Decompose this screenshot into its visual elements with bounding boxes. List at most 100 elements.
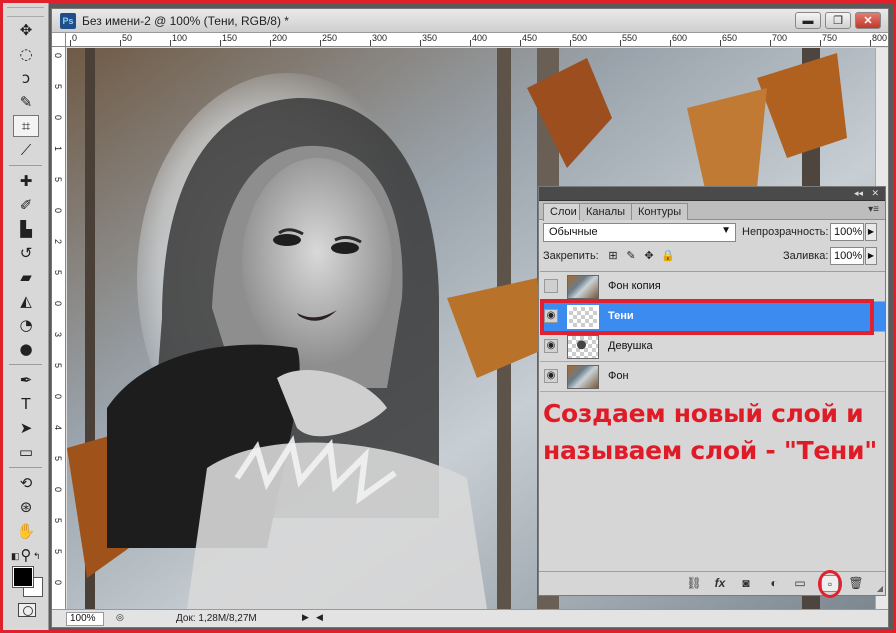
layer-thumbnail — [567, 335, 599, 359]
resize-grip-icon[interactable]: ◢ — [877, 584, 883, 593]
fill-slider-button[interactable]: ▶ — [865, 247, 877, 265]
panel-footer: ⛓ fx ◙ ◐ ▭ ▫ 🗑 ◢ — [539, 570, 885, 598]
quick-mask-icon[interactable] — [18, 603, 36, 617]
paint-bucket-tool-icon[interactable]: ◭ — [13, 290, 39, 312]
vertical-ruler[interactable]: 0 5 0 1 5 0 2 5 0 3 5 0 4 5 0 5 5 0 — [52, 47, 66, 609]
ruler-label: 400 — [472, 33, 488, 43]
ruler-label: 1 — [53, 146, 63, 152]
mask-icon[interactable]: ◙ — [737, 575, 755, 592]
fx-icon[interactable]: fx — [711, 575, 729, 592]
pen-tool-icon[interactable]: ✒ — [13, 369, 39, 391]
tab-layers[interactable]: Слои — [543, 203, 584, 221]
ruler-label: 450 — [522, 33, 538, 43]
ruler-tick — [870, 40, 871, 46]
brush-tool-icon[interactable]: ✐ — [13, 194, 39, 216]
zoom-level-field[interactable]: 100% — [66, 612, 104, 626]
opacity-field[interactable]: 100% — [830, 223, 864, 241]
eye-icon[interactable]: ◉ — [544, 309, 558, 323]
group-folder-icon[interactable]: ▭ — [791, 575, 809, 592]
swap-colors-icon[interactable]: ↰ — [33, 551, 41, 562]
scroll-left-arrow[interactable]: ◀ — [316, 612, 323, 623]
ruler-label: 3 — [53, 332, 63, 338]
lock-transparency-icon[interactable]: ⊞ — [607, 250, 619, 262]
opacity-slider-button[interactable]: ▶ — [865, 223, 877, 241]
new-layer-icon[interactable]: ▫ — [821, 575, 839, 592]
close-button[interactable]: ✕ — [855, 12, 881, 29]
ruler-label: 0 — [72, 33, 78, 43]
lock-pixels-icon[interactable]: ✎ — [625, 250, 637, 262]
3d-rotate-tool-icon[interactable]: ⟲ — [13, 472, 39, 494]
layers-panel: ◂◂ ✕ Слои Каналы Контуры ▾≡ Обычные ▼ Не… — [538, 186, 886, 598]
blend-mode-value: Обычные — [549, 226, 598, 238]
ruler-label: 100 — [172, 33, 188, 43]
panel-collapse-icon[interactable]: ◂◂ — [854, 188, 863, 199]
ruler-label: 0 — [53, 53, 63, 59]
adjustment-icon[interactable]: ◐ — [765, 575, 783, 592]
move-tool-icon[interactable]: ✥ — [13, 19, 39, 41]
layer-name: Тени — [608, 310, 634, 322]
ruler-label: 5 — [53, 549, 63, 555]
ruler-tick — [570, 40, 571, 46]
ruler-label: 0 — [53, 394, 63, 400]
type-tool-icon[interactable]: T — [13, 393, 39, 415]
blend-mode-select[interactable]: Обычные ▼ — [543, 223, 736, 242]
eye-icon[interactable]: ◉ — [544, 339, 558, 353]
3d-orbit-tool-icon[interactable]: ⊛ — [13, 496, 39, 518]
tab-channels[interactable]: Каналы — [579, 203, 633, 220]
trash-icon[interactable]: 🗑 — [847, 575, 865, 592]
document-titlebar[interactable]: Ps Без имени-2 @ 100% (Тени, RGB/8) * ▬ … — [52, 9, 888, 33]
ruler-label: 800 — [872, 33, 888, 43]
ruler-origin[interactable] — [52, 33, 66, 47]
blend-opacity-row: Обычные ▼ Непрозрачность: 100% ▶ — [543, 223, 881, 243]
layer-row-devushka[interactable]: ◉ Девушка — [540, 332, 885, 362]
ruler-tick — [620, 40, 621, 46]
dodge-tool-icon[interactable]: ● — [13, 338, 39, 360]
path-selection-tool-icon[interactable]: ➤ — [13, 417, 39, 439]
link-layers-icon[interactable]: ⛓ — [685, 575, 703, 592]
status-menu-arrow[interactable]: ▶ — [302, 612, 309, 623]
zoom-options-icon[interactable]: ◎ — [116, 612, 124, 623]
quick-selection-tool-icon[interactable]: ✎ — [13, 91, 39, 113]
minimize-button[interactable]: ▬ — [795, 12, 821, 29]
visibility-toggle[interactable] — [544, 279, 558, 293]
ruler-label: 5 — [53, 270, 63, 276]
eraser-tool-icon[interactable]: ▰ — [13, 266, 39, 288]
horizontal-ruler[interactable]: 0 50 100 150 200 250 300 350 400 450 500 550 600 650 7… — [66, 33, 888, 47]
ruler-label: 0 — [53, 208, 63, 214]
lock-all-icon[interactable]: 🔒 — [661, 250, 675, 262]
hand-tool-icon[interactable]: ✋ — [13, 520, 39, 542]
marquee-tool-icon[interactable]: ◌ — [13, 43, 39, 65]
layer-row-teni[interactable]: ◉ Тени — [540, 302, 885, 332]
ruler-tick — [720, 40, 721, 46]
foreground-color-swatch[interactable] — [13, 567, 33, 587]
ruler-tick — [670, 40, 671, 46]
panel-close-icon[interactable]: ✕ — [871, 188, 879, 199]
default-colors-icon[interactable]: ◧ — [11, 551, 20, 562]
tool-divider — [9, 165, 42, 166]
clone-stamp-tool-icon[interactable]: ▙ — [13, 218, 39, 240]
tab-paths[interactable]: Контуры — [631, 203, 689, 220]
tools-grip[interactable] — [7, 7, 44, 17]
ruler-label: 550 — [622, 33, 638, 43]
panel-menu-icon[interactable]: ▾≡ — [868, 204, 879, 215]
fill-field[interactable]: 100% — [830, 247, 864, 265]
healing-brush-tool-icon[interactable]: ✚ — [13, 170, 39, 192]
layer-row-fon-kopiya[interactable]: Фон копия — [540, 272, 885, 302]
lock-position-icon[interactable]: ✥ — [643, 250, 655, 262]
crop-tool-icon[interactable]: ⌗ — [13, 115, 39, 137]
layer-row-fon[interactable]: ◉ Фон — [540, 362, 885, 392]
shape-tool-icon[interactable]: ▭ — [13, 441, 39, 463]
maximize-button[interactable]: ❐ — [825, 12, 851, 29]
document-title: Без имени-2 @ 100% (Тени, RGB/8) * — [82, 14, 289, 28]
ruler-label: 5 — [53, 177, 63, 183]
history-brush-tool-icon[interactable]: ↺ — [13, 242, 39, 264]
ruler-label: 5 — [53, 363, 63, 369]
ruler-tick — [320, 40, 321, 46]
blur-tool-icon[interactable]: ◔ — [13, 314, 39, 336]
eyedropper-tool-icon[interactable]: ⟋ — [13, 139, 39, 161]
eye-icon[interactable]: ◉ — [544, 369, 558, 383]
lasso-tool-icon[interactable]: ↄ — [13, 67, 39, 89]
ruler-label: 500 — [572, 33, 588, 43]
ruler-label: 300 — [372, 33, 388, 43]
panel-header[interactable]: ◂◂ ✕ — [539, 187, 885, 201]
